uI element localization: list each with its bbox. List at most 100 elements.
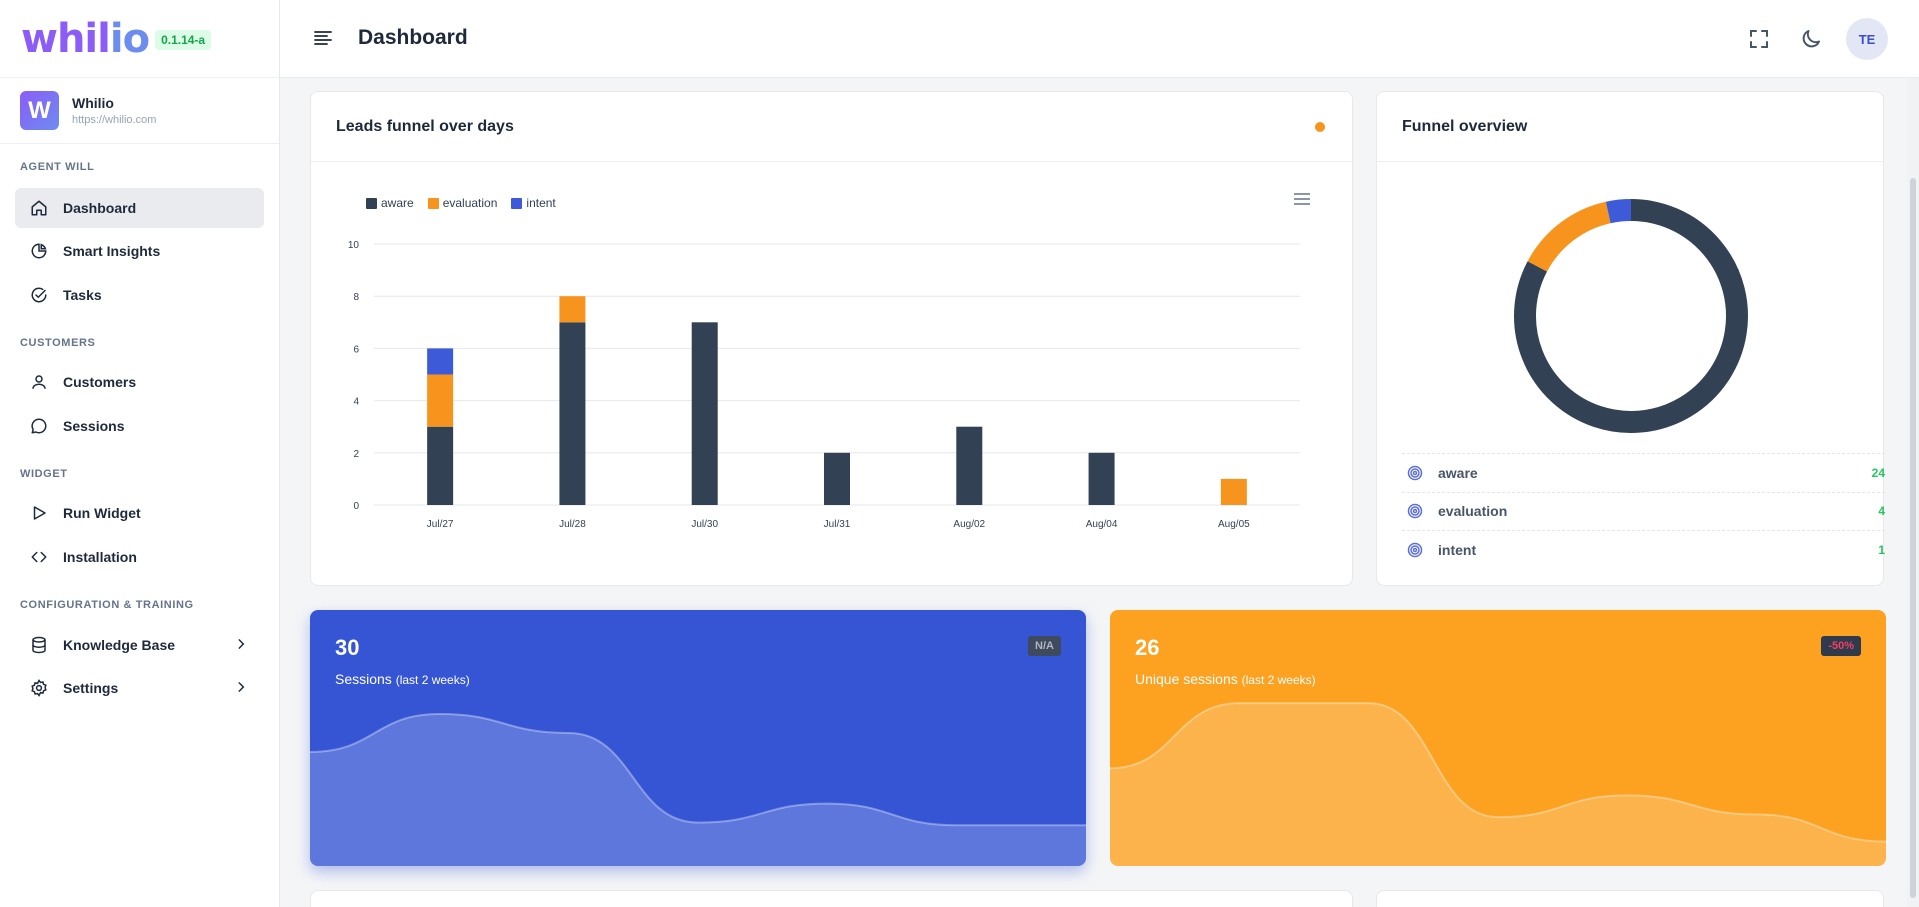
play-icon bbox=[30, 504, 48, 522]
y-tick-label: 6 bbox=[353, 344, 359, 355]
workspace-switcher[interactable]: W Whilio https://whilio.com bbox=[0, 78, 279, 144]
next-card-left bbox=[310, 890, 1353, 907]
sessions-stat-card[interactable]: 30 Sessions (last 2 weeks) N/A bbox=[310, 610, 1086, 866]
sidebar-item-label: Customers bbox=[63, 374, 137, 390]
unique-sessions-stat-card[interactable]: 26 Unique sessions (last 2 weeks) -50% bbox=[1110, 610, 1886, 866]
bar-aware bbox=[691, 322, 718, 505]
x-tick-label: Jul/30 bbox=[691, 519, 718, 530]
sidebar-item-smart-insights[interactable]: Smart Insights bbox=[15, 231, 264, 271]
bar-evaluation bbox=[559, 296, 586, 323]
dark-mode-icon[interactable] bbox=[1799, 27, 1823, 51]
area-fill bbox=[310, 714, 1086, 866]
menu-toggle-icon[interactable] bbox=[313, 28, 333, 48]
pie-chart-icon bbox=[30, 242, 48, 260]
sidebar-item-installation[interactable]: Installation bbox=[15, 537, 264, 577]
y-tick-label: 4 bbox=[353, 397, 359, 408]
page-title: Dashboard bbox=[358, 26, 468, 49]
target-icon bbox=[1407, 542, 1423, 558]
sidebar-item-label: Sessions bbox=[63, 418, 125, 434]
funnel-row-label: aware bbox=[1438, 464, 1478, 481]
sidebar-item-run-widget[interactable]: Run Widget bbox=[15, 493, 264, 533]
funnel-row-value: 1 bbox=[1878, 542, 1885, 557]
code-icon bbox=[30, 548, 48, 566]
sidebar-item-label: Tasks bbox=[63, 287, 102, 303]
x-tick-label: Jul/27 bbox=[427, 519, 454, 530]
scrollbar-thumb[interactable] bbox=[1910, 178, 1916, 898]
next-card-right bbox=[1376, 890, 1884, 907]
bar-aware bbox=[956, 426, 983, 505]
sidebar-item-label: Smart Insights bbox=[63, 243, 161, 259]
sidebar-item-tasks[interactable]: Tasks bbox=[15, 275, 264, 315]
check-circle-icon bbox=[30, 286, 48, 304]
area-fill bbox=[1110, 703, 1886, 866]
x-tick-label: Aug/02 bbox=[953, 519, 985, 530]
fullscreen-icon[interactable] bbox=[1747, 27, 1771, 51]
funnel-row-evaluation: evaluation 4 bbox=[1402, 491, 1885, 531]
donut-slice-intent bbox=[1605, 199, 1632, 224]
sessions-area-chart bbox=[310, 712, 1086, 866]
funnel-overview-card: Funnel overview aware 24 evaluation 4 in… bbox=[1376, 91, 1885, 586]
top-bar: Dashboard TE bbox=[280, 0, 1919, 78]
gear-icon bbox=[30, 679, 48, 697]
sidebar-item-label: Knowledge Base bbox=[63, 637, 176, 653]
section-label-configuration: CONFIGURATION & TRAINING bbox=[20, 599, 194, 611]
y-tick-label: 8 bbox=[353, 292, 359, 303]
section-label-agent-will: AGENT WILL bbox=[20, 161, 95, 173]
bar-aware bbox=[427, 426, 454, 505]
leads-bar-chart: 0 2 4 6 8 10 Jul/27 Jul/28 Jul/30 Jul/31 Aug/02 Aug… bbox=[348, 240, 1300, 530]
sidebar: whilio 0.1.14-a W Whilio https://whilio.… bbox=[0, 0, 280, 907]
chevron-right-icon bbox=[234, 637, 248, 656]
section-label-widget: WIDGET bbox=[20, 468, 68, 480]
sidebar-item-settings[interactable]: Settings bbox=[15, 668, 264, 708]
funnel-row-value: 4 bbox=[1878, 504, 1885, 519]
x-tick-label: Jul/28 bbox=[559, 519, 586, 530]
brand-header: whilio 0.1.14-a bbox=[0, 0, 279, 78]
funnel-row-intent: intent 1 bbox=[1402, 530, 1885, 569]
target-icon bbox=[1407, 465, 1423, 481]
home-icon bbox=[30, 199, 48, 217]
x-tick-label: Jul/31 bbox=[824, 519, 851, 530]
bar-aware bbox=[559, 322, 586, 505]
user-avatar[interactable]: TE bbox=[1846, 18, 1888, 60]
sidebar-item-dashboard[interactable]: Dashboard bbox=[15, 188, 264, 228]
sidebar-item-knowledge-base[interactable]: Knowledge Base bbox=[15, 625, 264, 665]
funnel-donut-chart bbox=[1514, 199, 1748, 433]
bar-intent bbox=[427, 348, 454, 375]
leads-funnel-card: Leads funnel over days aware evaluation … bbox=[310, 91, 1353, 586]
workspace-url: https://whilio.com bbox=[72, 114, 157, 126]
whilio-logo[interactable]: whilio bbox=[21, 19, 150, 59]
sidebar-item-label: Settings bbox=[63, 680, 119, 696]
sidebar-item-label: Installation bbox=[63, 549, 137, 565]
y-tick-label: 0 bbox=[353, 501, 359, 512]
database-icon bbox=[30, 636, 48, 654]
user-icon bbox=[30, 373, 48, 391]
section-label-customers: CUSTOMERS bbox=[20, 337, 96, 349]
workspace-avatar: W bbox=[20, 91, 59, 130]
bar-aware bbox=[824, 452, 850, 505]
bar-aware bbox=[1088, 452, 1115, 505]
funnel-row-label: evaluation bbox=[1438, 503, 1508, 520]
bar-evaluation bbox=[1220, 478, 1247, 505]
sidebar-item-customers[interactable]: Customers bbox=[15, 362, 264, 402]
x-tick-label: Aug/04 bbox=[1086, 519, 1118, 530]
donut-slice-evaluation bbox=[1527, 201, 1611, 272]
funnel-row-value: 24 bbox=[1871, 465, 1885, 480]
chevron-right-icon bbox=[234, 680, 248, 699]
workspace-name: Whilio bbox=[72, 95, 114, 111]
funnel-row-aware: aware 24 bbox=[1402, 453, 1885, 492]
funnel-row-label: intent bbox=[1438, 541, 1477, 558]
sidebar-item-label: Dashboard bbox=[63, 200, 137, 216]
sidebar-item-label: Run Widget bbox=[63, 505, 141, 521]
y-tick-label: 10 bbox=[348, 240, 360, 251]
y-tick-label: 2 bbox=[353, 449, 359, 460]
version-badge: 0.1.14-a bbox=[155, 29, 212, 50]
sidebar-item-sessions[interactable]: Sessions bbox=[15, 406, 264, 446]
chat-bubble-icon bbox=[30, 417, 48, 435]
scrollbar[interactable] bbox=[1907, 78, 1919, 907]
target-icon bbox=[1407, 503, 1423, 519]
x-tick-label: Aug/05 bbox=[1218, 519, 1250, 530]
card-title: Funnel overview bbox=[1402, 117, 1528, 135]
bar-evaluation bbox=[427, 374, 454, 427]
unique-sessions-area-chart bbox=[1110, 702, 1886, 866]
funnel-list: aware 24 evaluation 4 intent 1 bbox=[1402, 453, 1885, 569]
